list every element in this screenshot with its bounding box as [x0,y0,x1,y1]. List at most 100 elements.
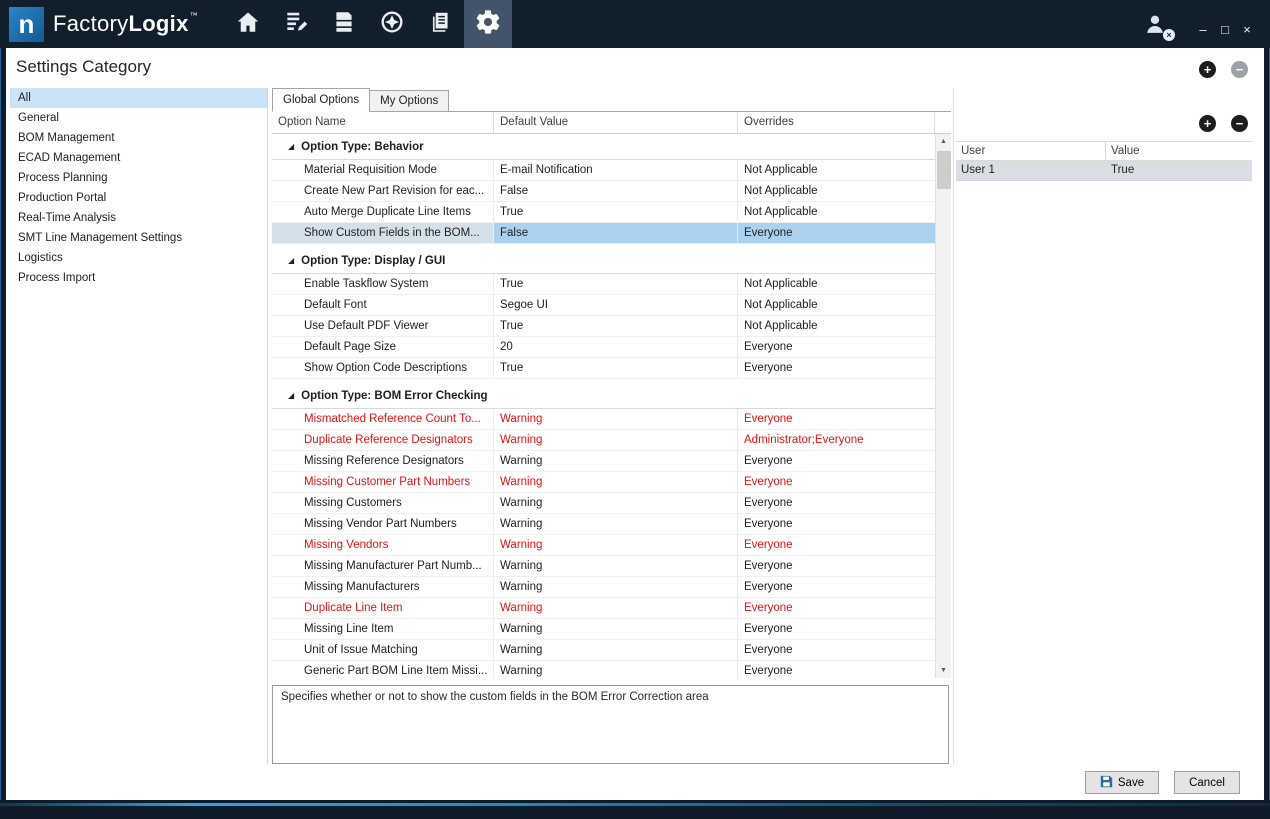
option-row[interactable]: Default FontSegoe UINot Applicable [272,295,935,316]
group-header-bom-error-checking[interactable]: ◢ Option Type: BOM Error Checking [272,383,935,409]
option-overrides-cell[interactable]: Everyone [738,661,935,678]
option-default-cell[interactable]: Warning [494,451,738,471]
option-row[interactable]: Missing Reference DesignatorsWarningEver… [272,451,935,472]
collapse-triangle-icon[interactable]: ◢ [288,256,294,265]
option-default-cell[interactable]: True [494,358,738,378]
option-row[interactable]: Missing Customer Part NumbersWarningEver… [272,472,935,493]
option-row[interactable]: Generic Part BOM Line Item Missi...Warni… [272,661,935,678]
option-overrides-cell[interactable]: Everyone [738,337,935,357]
option-overrides-cell[interactable]: Everyone [738,640,935,660]
remove-override-button[interactable]: − [1231,115,1248,132]
column-header-default-value[interactable]: Default Value [494,112,738,133]
nav-production-button[interactable] [368,0,416,48]
option-name-cell[interactable]: Missing Vendor Part Numbers [272,514,494,534]
scroll-up-arrow-icon[interactable]: ▲ [936,134,951,149]
option-default-cell[interactable]: True [494,202,738,222]
option-default-cell[interactable]: Warning [494,661,738,678]
option-row[interactable]: Auto Merge Duplicate Line ItemsTrueNot A… [272,202,935,223]
option-row[interactable]: Enable Taskflow SystemTrueNot Applicable [272,274,935,295]
option-overrides-cell[interactable]: Everyone [738,598,935,618]
option-name-cell[interactable]: Use Default PDF Viewer [272,316,494,336]
option-overrides-cell[interactable]: Not Applicable [738,181,935,201]
option-name-cell[interactable]: Duplicate Reference Designators [272,430,494,450]
option-row[interactable]: Missing ManufacturersWarningEveryone [272,577,935,598]
option-name-cell[interactable]: Missing Customer Part Numbers [272,472,494,492]
option-name-cell[interactable]: Missing Manufacturers [272,577,494,597]
option-overrides-cell[interactable]: Everyone [738,223,935,243]
sidebar-item-logistics[interactable]: Logistics [10,248,267,268]
column-header-overrides[interactable]: Overrides [738,112,935,133]
minimize-button[interactable]: – [1192,22,1214,38]
option-overrides-cell[interactable]: Everyone [738,358,935,378]
group-header-display-gui[interactable]: ◢ Option Type: Display / GUI [272,248,935,274]
sidebar-item-all[interactable]: All [10,88,267,108]
option-name-cell[interactable]: Enable Taskflow System [272,274,494,294]
option-name-cell[interactable]: Missing Customers [272,493,494,513]
scrollbar-thumb[interactable] [937,151,951,189]
collapse-triangle-icon[interactable]: ◢ [288,142,294,151]
nav-home-button[interactable] [224,0,272,48]
option-name-cell[interactable]: Unit of Issue Matching [272,640,494,660]
nav-reports-button[interactable] [416,0,464,48]
option-row[interactable]: Missing Line ItemWarningEveryone [272,619,935,640]
option-name-cell[interactable]: Default Page Size [272,337,494,357]
sidebar-item-bom-management[interactable]: BOM Management [10,128,267,148]
option-row[interactable]: Missing VendorsWarningEveryone [272,535,935,556]
sidebar-item-production-portal[interactable]: Production Portal [10,188,267,208]
option-default-cell[interactable]: Warning [494,619,738,639]
nav-materials-button[interactable] [320,0,368,48]
option-name-cell[interactable]: Material Requisition Mode [272,160,494,180]
option-name-cell[interactable]: Missing Vendors [272,535,494,555]
option-default-cell[interactable]: Warning [494,598,738,618]
maximize-button[interactable]: □ [1214,22,1236,38]
option-default-cell[interactable]: False [494,181,738,201]
option-default-cell[interactable]: True [494,274,738,294]
cancel-button[interactable]: Cancel [1174,771,1240,794]
tab-global-options[interactable]: Global Options [272,88,370,112]
option-overrides-cell[interactable]: Everyone [738,451,935,471]
option-overrides-cell[interactable]: Not Applicable [738,202,935,222]
close-button[interactable]: × [1236,22,1258,38]
option-row[interactable]: Use Default PDF ViewerTrueNot Applicable [272,316,935,337]
remove-category-button[interactable]: − [1231,61,1248,78]
option-row[interactable]: Show Option Code DescriptionsTrueEveryon… [272,358,935,379]
option-name-cell[interactable]: Duplicate Line Item [272,598,494,618]
option-overrides-cell[interactable]: Everyone [738,493,935,513]
option-row[interactable]: Duplicate Line ItemWarningEveryone [272,598,935,619]
option-overrides-cell[interactable]: Everyone [738,472,935,492]
option-row[interactable]: Missing Manufacturer Part Numb...Warning… [272,556,935,577]
collapse-triangle-icon[interactable]: ◢ [288,391,294,400]
nav-planning-button[interactable] [272,0,320,48]
sidebar-item-general[interactable]: General [10,108,267,128]
option-default-cell[interactable]: True [494,316,738,336]
option-overrides-cell[interactable]: Everyone [738,514,935,534]
option-overrides-cell[interactable]: Everyone [738,409,935,429]
sidebar-item-smt-line-management[interactable]: SMT Line Management Settings [10,228,267,248]
group-header-behavior[interactable]: ◢ Option Type: Behavior [272,134,935,160]
option-overrides-cell[interactable]: Everyone [738,619,935,639]
option-name-cell[interactable]: Missing Manufacturer Part Numb... [272,556,494,576]
column-header-value[interactable]: Value [1106,142,1252,160]
save-button[interactable]: Save [1085,771,1159,794]
option-row[interactable]: Create New Part Revision for eac...False… [272,181,935,202]
sidebar-item-ecad-management[interactable]: ECAD Management [10,148,267,168]
option-default-cell[interactable]: Warning [494,472,738,492]
option-name-cell[interactable]: Show Custom Fields in the BOM... [272,223,494,243]
add-override-button[interactable]: + [1199,115,1216,132]
column-header-user[interactable]: User [956,142,1106,160]
option-name-cell[interactable]: Auto Merge Duplicate Line Items [272,202,494,222]
nav-settings-button[interactable] [464,0,512,48]
option-row[interactable]: Missing Vendor Part NumbersWarningEveryo… [272,514,935,535]
column-header-option-name[interactable]: Option Name [272,112,494,133]
option-default-cell[interactable]: Warning [494,514,738,534]
tab-my-options[interactable]: My Options [369,90,449,111]
option-default-cell[interactable]: Warning [494,430,738,450]
option-default-cell[interactable]: False [494,223,738,243]
option-overrides-cell[interactable]: Not Applicable [738,160,935,180]
option-default-cell[interactable]: Warning [494,493,738,513]
sidebar-item-real-time-analysis[interactable]: Real-Time Analysis [10,208,267,228]
option-default-cell[interactable]: Warning [494,640,738,660]
option-name-cell[interactable]: Mismatched Reference Count To... [272,409,494,429]
option-default-cell[interactable]: E-mail Notification [494,160,738,180]
user-override-row-selected[interactable]: User 1 True [956,161,1252,181]
